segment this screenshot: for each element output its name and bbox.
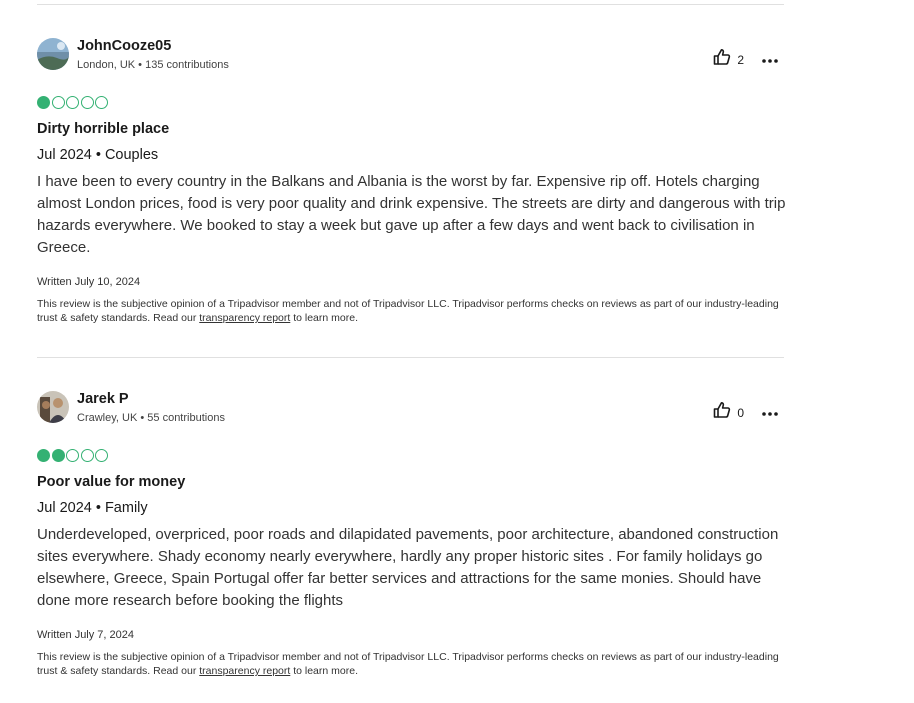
review-actions: 2: [713, 48, 778, 71]
review-body: Underdeveloped, overpriced, poor roads a…: [37, 526, 779, 609]
more-options-icon: [762, 51, 778, 69]
transparency-report-link[interactable]: transparency report: [199, 665, 290, 677]
review-body: I have been to every country in the Balk…: [37, 173, 786, 256]
reviewer-contributions: 135 contributions: [145, 59, 229, 71]
top-divider: [37, 4, 784, 5]
rating-bubble: [66, 449, 79, 462]
disclaimer-text: This review is the subjective opinion of…: [37, 651, 779, 677]
trip-info: Jul 2024 • Couples: [37, 147, 159, 163]
meta-separator: •: [137, 412, 148, 424]
more-options-icon: [762, 404, 778, 422]
reviewer-location: Crawley, UK: [77, 412, 138, 424]
reviewer-location: London, UK: [77, 59, 136, 71]
reviewer-meta: Crawley, UK • 55 contributions: [77, 412, 225, 425]
helpful-vote-button[interactable]: 2: [713, 48, 744, 71]
review-card: Jarek P Crawley, UK • 55 contributions 0: [37, 391, 784, 681]
disclaimer-text-end: to learn more.: [290, 312, 358, 324]
meta-separator: •: [135, 59, 146, 71]
review-title[interactable]: Dirty horrible place: [37, 120, 169, 138]
more-options-button[interactable]: [762, 404, 778, 422]
thumbs-up-icon: [713, 48, 731, 71]
helpful-vote-count: 2: [737, 52, 744, 67]
disclaimer-text: This review is the subjective opinion of…: [37, 298, 779, 324]
avatar[interactable]: [37, 391, 69, 423]
reviewer-meta: London, UK • 135 contributions: [77, 59, 229, 72]
reviewer-contributions: 55 contributions: [147, 412, 225, 424]
review-disclaimer: This review is the subjective opinion of…: [37, 297, 787, 325]
rating-bubble: [37, 96, 50, 109]
review-disclaimer: This review is the subjective opinion of…: [37, 650, 787, 678]
rating-bubble: [37, 449, 50, 462]
rating-bubble: [95, 96, 108, 109]
review-actions: 0: [713, 401, 778, 424]
rating-bubble: [95, 449, 108, 462]
written-date: Written July 7, 2024: [37, 629, 135, 641]
reviewer-name[interactable]: JohnCooze05: [77, 38, 171, 55]
trip-info: Jul 2024 • Family: [37, 500, 148, 516]
rating-bubble: [51, 449, 65, 462]
review-card: JohnCooze05 London, UK • 135 contributio…: [37, 38, 787, 328]
bubble-rating: [37, 96, 110, 109]
transparency-report-link[interactable]: transparency report: [199, 312, 290, 324]
review-divider: [37, 357, 784, 358]
helpful-vote-button[interactable]: 0: [713, 401, 744, 424]
thumbs-up-icon: [713, 401, 731, 424]
rating-bubble: [80, 449, 94, 462]
rating-bubble: [51, 96, 65, 109]
reviewer-name[interactable]: Jarek P: [77, 391, 129, 408]
more-options-button[interactable]: [762, 51, 778, 69]
bubble-rating: [37, 449, 110, 462]
review-title[interactable]: Poor value for money: [37, 473, 185, 491]
rating-bubble: [80, 96, 94, 109]
helpful-vote-count: 0: [737, 405, 744, 420]
avatar[interactable]: [37, 38, 69, 70]
disclaimer-text-end: to learn more.: [290, 665, 358, 677]
review-header: JohnCooze05 London, UK • 135 contributio…: [37, 38, 784, 78]
review-header: Jarek P Crawley, UK • 55 contributions 0: [37, 391, 784, 431]
written-date: Written July 10, 2024: [37, 276, 141, 288]
rating-bubble: [66, 96, 79, 109]
